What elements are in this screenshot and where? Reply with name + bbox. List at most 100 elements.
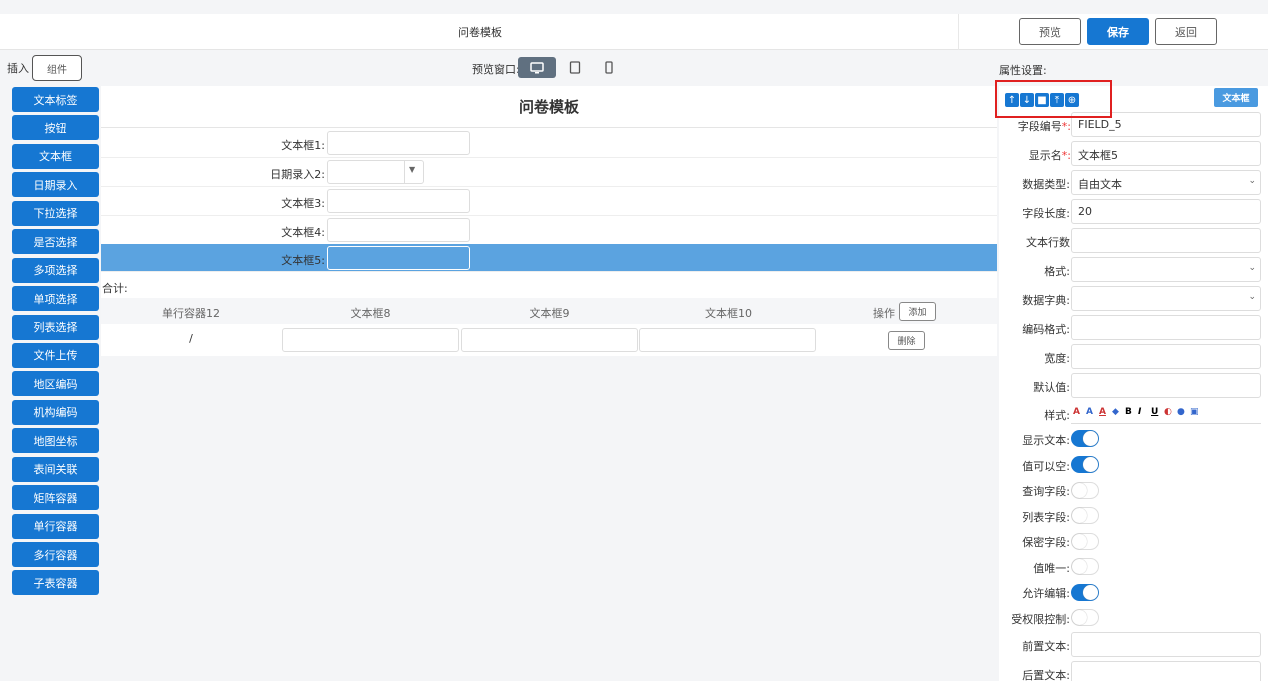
info-icon[interactable]: ● [1177, 407, 1187, 417]
format-label: 格式: [1044, 265, 1070, 278]
toggle-label: 保密字段: [1022, 536, 1070, 549]
dictionary-select[interactable]: ⌄ [1071, 286, 1261, 311]
palette-item[interactable]: 子表容器 [12, 570, 99, 596]
component-button[interactable]: 组件 [32, 55, 82, 81]
required-mark: *: [1061, 149, 1071, 162]
chevron-down-icon: ⌄ [1248, 263, 1256, 273]
eraser-icon[interactable]: ◐ [1164, 407, 1174, 417]
palette-item[interactable]: 日期录入 [12, 172, 99, 198]
page-title: 问卷模板 [458, 26, 502, 39]
mobile-view-button[interactable] [590, 57, 628, 78]
form-title: 问卷模板 [101, 86, 997, 128]
underline-icon[interactable]: U [1151, 407, 1161, 417]
list-field-toggle[interactable] [1071, 507, 1099, 524]
form-row-selected[interactable]: 文本框5: [101, 244, 997, 272]
back-button[interactable]: 返回 [1155, 18, 1217, 45]
font-icon[interactable]: A [1086, 407, 1096, 417]
style-label: 样式: [1044, 409, 1070, 422]
palette-item[interactable]: 是否选择 [12, 229, 99, 255]
field-label: 文本框4: [281, 226, 325, 239]
highlight-box [995, 80, 1112, 118]
prefix-text-input[interactable] [1071, 632, 1261, 657]
dropdown-arrow-icon: ▼ [409, 165, 416, 174]
text-input[interactable] [327, 131, 470, 155]
field-length-label: 字段长度: [1022, 207, 1070, 220]
tablet-view-button[interactable] [556, 57, 594, 78]
width-input[interactable] [1071, 344, 1261, 369]
divider [958, 14, 959, 50]
form-row[interactable]: 文本框3: [101, 187, 997, 216]
editable-toggle[interactable] [1071, 584, 1099, 601]
delete-button[interactable]: 删除 [888, 331, 925, 350]
unique-toggle[interactable] [1071, 558, 1099, 575]
display-name-label: 显示名*: [991, 147, 1071, 163]
insert-label: 插入 [7, 62, 29, 75]
bold-icon[interactable]: B [1125, 407, 1135, 417]
text-input[interactable] [327, 189, 470, 213]
desktop-view-button[interactable] [518, 57, 556, 78]
data-type-select[interactable]: 自由文本 ⌄ [1071, 170, 1261, 195]
default-value-input[interactable] [1071, 373, 1261, 398]
suffix-text-label: 后置文本: [1022, 669, 1070, 681]
form-row[interactable]: 文本框1: [101, 129, 997, 158]
table-cell: / [189, 332, 193, 345]
display-name-input[interactable]: 文本框5 [1071, 141, 1261, 166]
add-button[interactable]: 添加 [899, 302, 936, 321]
italic-icon[interactable]: I [1138, 407, 1148, 417]
secret-field-toggle[interactable] [1071, 533, 1099, 550]
form-row[interactable]: 文本框4: [101, 216, 997, 245]
show-text-toggle[interactable] [1071, 430, 1099, 447]
palette-item[interactable]: 文本框 [12, 143, 99, 169]
permission-toggle[interactable] [1071, 609, 1099, 626]
text-rows-input[interactable] [1071, 228, 1261, 253]
image-icon[interactable]: ▣ [1190, 407, 1200, 417]
toggle-label: 允许编辑: [1022, 587, 1070, 600]
save-button[interactable]: 保存 [1087, 18, 1149, 45]
palette-item[interactable]: 列表选择 [12, 314, 99, 340]
toggle-label: 值可以空: [1022, 460, 1070, 473]
palette-item[interactable]: 矩阵容器 [12, 485, 99, 511]
column-header: 操作 [873, 307, 895, 320]
text-input[interactable] [327, 218, 470, 242]
style-toolbar: A A A ◆ B I U ◐ ● ▣ [1071, 400, 1261, 424]
palette-item[interactable]: 下拉选择 [12, 200, 99, 226]
element-type-badge: 文本框 [1214, 88, 1258, 107]
tablet-icon [569, 61, 581, 74]
toggle-label: 列表字段: [1022, 511, 1070, 524]
palette-item[interactable]: 多项选择 [12, 257, 99, 283]
query-field-toggle[interactable] [1071, 482, 1099, 499]
table-input[interactable] [639, 328, 816, 352]
field-label: 文本框3: [281, 197, 325, 210]
nullable-toggle[interactable] [1071, 456, 1099, 473]
data-type-label: 数据类型: [1022, 178, 1070, 191]
palette-item[interactable]: 表间关联 [12, 456, 99, 482]
text-input[interactable] [327, 246, 470, 270]
table-input[interactable] [461, 328, 638, 352]
column-header: 文本框8 [350, 307, 391, 320]
label-text: 显示名 [1028, 149, 1062, 162]
palette-item[interactable]: 地图坐标 [12, 428, 99, 454]
format-painter-icon[interactable]: A [1073, 407, 1083, 417]
preview-button[interactable]: 预览 [1019, 18, 1081, 45]
palette-item[interactable]: 文本标签 [12, 87, 99, 112]
palette-item[interactable]: 单项选择 [12, 286, 99, 312]
palette-item[interactable]: 机构编码 [12, 399, 99, 425]
column-header: 单行容器12 [162, 307, 220, 320]
palette-item[interactable]: 地区编码 [12, 371, 99, 397]
palette-item[interactable]: 文件上传 [12, 342, 99, 368]
font-color-icon[interactable]: A [1099, 407, 1109, 417]
field-label: 文本框5: [281, 254, 325, 267]
toggle-label: 受权限控制: [1011, 613, 1070, 626]
field-length-input[interactable]: 20 [1071, 199, 1261, 224]
palette-item[interactable]: 按钮 [12, 115, 99, 141]
palette-item[interactable]: 单行容器 [12, 513, 99, 539]
highlight-icon[interactable]: ◆ [1112, 407, 1122, 417]
monitor-icon [530, 61, 544, 73]
date-input[interactable]: ▼ [327, 160, 424, 184]
code-format-input[interactable] [1071, 315, 1261, 340]
format-select[interactable]: ⌄ [1071, 257, 1261, 282]
table-input[interactable] [282, 328, 459, 352]
palette-item[interactable]: 多行容器 [12, 542, 99, 567]
suffix-text-input[interactable] [1071, 661, 1261, 681]
form-row[interactable]: 日期录入2: ▼ [101, 158, 997, 187]
